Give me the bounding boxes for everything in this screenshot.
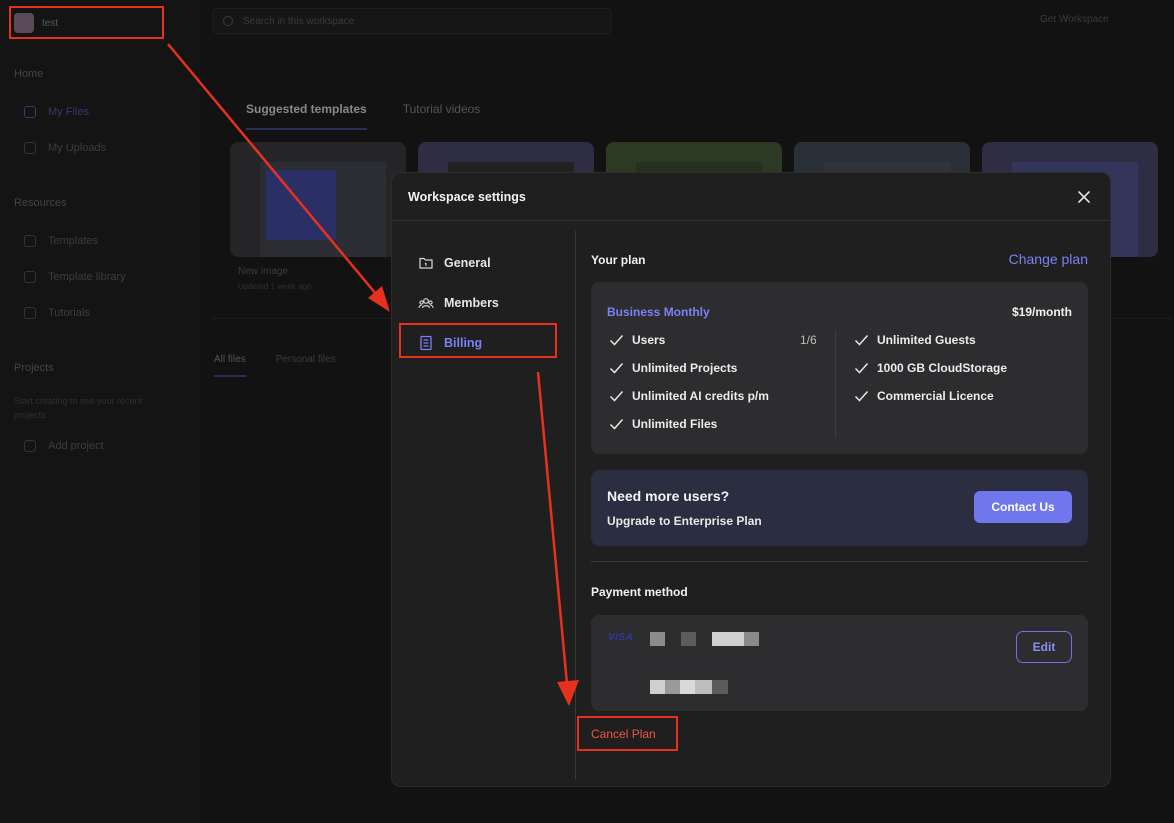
search-placeholder: Search in this workspace <box>243 15 355 27</box>
feature-item: 1000 GB CloudStorage <box>854 361 1007 375</box>
visa-logo: VISA <box>608 632 634 643</box>
nav-divider <box>575 231 576 779</box>
payment-card: VISA Edit <box>591 615 1088 711</box>
check-icon <box>609 419 624 430</box>
template-tabs: Suggested templates Tutorial videos <box>246 102 480 130</box>
feature-item: Unlimited Files <box>609 417 717 431</box>
modal-title: Workspace settings <box>408 189 526 204</box>
sidebar-item-my-files[interactable]: My Files <box>24 106 89 118</box>
sidebar-item-label: Template library <box>48 271 126 283</box>
bg-sidebar: test Home My Files My Uploads Resources … <box>0 0 200 823</box>
sidebar-heading-projects: Projects <box>14 362 54 374</box>
template-card-title: New image <box>238 266 289 277</box>
nav-item-label: General <box>444 256 491 270</box>
nav-item-members[interactable]: Members <box>402 283 562 323</box>
close-icon <box>1078 191 1090 203</box>
feature-label: Unlimited AI credits p/m <box>632 389 769 403</box>
plan-name: Business Monthly <box>607 305 710 319</box>
nav-item-general[interactable]: General <box>402 243 562 283</box>
sidebar-item-label: Templates <box>48 235 99 247</box>
divider <box>591 561 1088 562</box>
check-icon <box>854 363 869 374</box>
your-plan-heading: Your plan <box>591 253 646 267</box>
template-card[interactable] <box>230 142 406 257</box>
nav-item-label: Members <box>444 296 499 310</box>
plan-price: $19/month <box>1011 305 1072 319</box>
sidebar-item-template-library[interactable]: Template library <box>24 271 126 283</box>
feature-label: Unlimited Projects <box>632 361 738 375</box>
sidebar-item-label: My Files <box>48 106 89 118</box>
sidebar-item-tutorials[interactable]: Tutorials <box>24 307 90 319</box>
check-icon <box>854 391 869 402</box>
annotation-box-cancel-plan <box>577 716 678 751</box>
enterprise-upsell: Need more users? Upgrade to Enterprise P… <box>591 470 1088 546</box>
edit-payment-button[interactable]: Edit <box>1016 631 1072 663</box>
sidebar-item-label: Tutorials <box>48 307 90 319</box>
workspace-settings-modal: Workspace settings General Members Billi… <box>391 172 1111 787</box>
check-icon <box>609 391 624 402</box>
feature-item: Unlimited Guests <box>854 333 976 347</box>
plus-icon <box>24 440 36 452</box>
folder-icon <box>419 257 433 269</box>
contact-us-button[interactable]: Contact Us <box>974 491 1072 523</box>
files-tabs: All files Personal files <box>214 354 336 377</box>
enterprise-subtitle: Upgrade to Enterprise Plan <box>607 514 762 528</box>
projects-empty-text: Start creating to see your recent projec… <box>14 396 143 420</box>
feature-item: Users <box>609 333 665 347</box>
template-card-subtitle: Updated 1 week ago <box>238 282 312 291</box>
check-icon <box>609 363 624 374</box>
modal-header: Workspace settings <box>392 173 1110 221</box>
template-icon <box>24 235 36 247</box>
sidebar-heading-home: Home <box>14 68 44 80</box>
payment-method-heading: Payment method <box>591 585 688 599</box>
sidebar-heading-resources: Resources <box>14 197 67 209</box>
feature-label: Users <box>632 333 666 347</box>
feature-label: 1000 GB CloudStorage <box>877 361 1008 375</box>
feature-label: Unlimited Files <box>632 417 718 431</box>
upload-icon <box>24 142 36 154</box>
change-plan-link[interactable]: Change plan <box>1009 251 1088 267</box>
plan-card: Business Monthly $19/month Users 1/6 Unl… <box>591 282 1088 454</box>
annotation-box-billing <box>399 323 557 358</box>
library-icon <box>24 271 36 283</box>
users-icon <box>418 298 434 309</box>
tab-all-files[interactable]: All files <box>214 354 246 377</box>
add-project-button[interactable]: Add project <box>24 440 104 452</box>
feature-label: Unlimited Guests <box>877 333 976 347</box>
feature-item: Commercial Licence <box>854 389 994 403</box>
plan-divider <box>835 330 836 438</box>
search-icon <box>223 16 233 26</box>
sidebar-item-templates[interactable]: Templates <box>24 235 98 247</box>
users-count: 1/6 <box>800 333 817 347</box>
search-input[interactable]: Search in this workspace <box>212 8 612 34</box>
tab-personal-files[interactable]: Personal files <box>276 354 336 377</box>
feature-label: Commercial Licence <box>877 389 994 403</box>
annotation-box-workspace <box>9 6 164 39</box>
files-icon <box>24 106 36 118</box>
get-workspace-button[interactable]: Get Workspace <box>1040 14 1109 25</box>
feature-item: Unlimited AI credits p/m <box>609 389 769 403</box>
enterprise-title: Need more users? <box>607 488 730 504</box>
sidebar-item-label: My Uploads <box>48 142 107 154</box>
tutorial-icon <box>24 307 36 319</box>
feature-item: Unlimited Projects <box>609 361 737 375</box>
tab-suggested-templates[interactable]: Suggested templates <box>246 102 367 130</box>
tab-tutorial-videos[interactable]: Tutorial videos <box>403 102 481 130</box>
check-icon <box>609 335 624 346</box>
add-project-label: Add project <box>48 440 104 452</box>
sidebar-item-my-uploads[interactable]: My Uploads <box>24 142 106 154</box>
close-button[interactable] <box>1074 187 1094 207</box>
check-icon <box>854 335 869 346</box>
